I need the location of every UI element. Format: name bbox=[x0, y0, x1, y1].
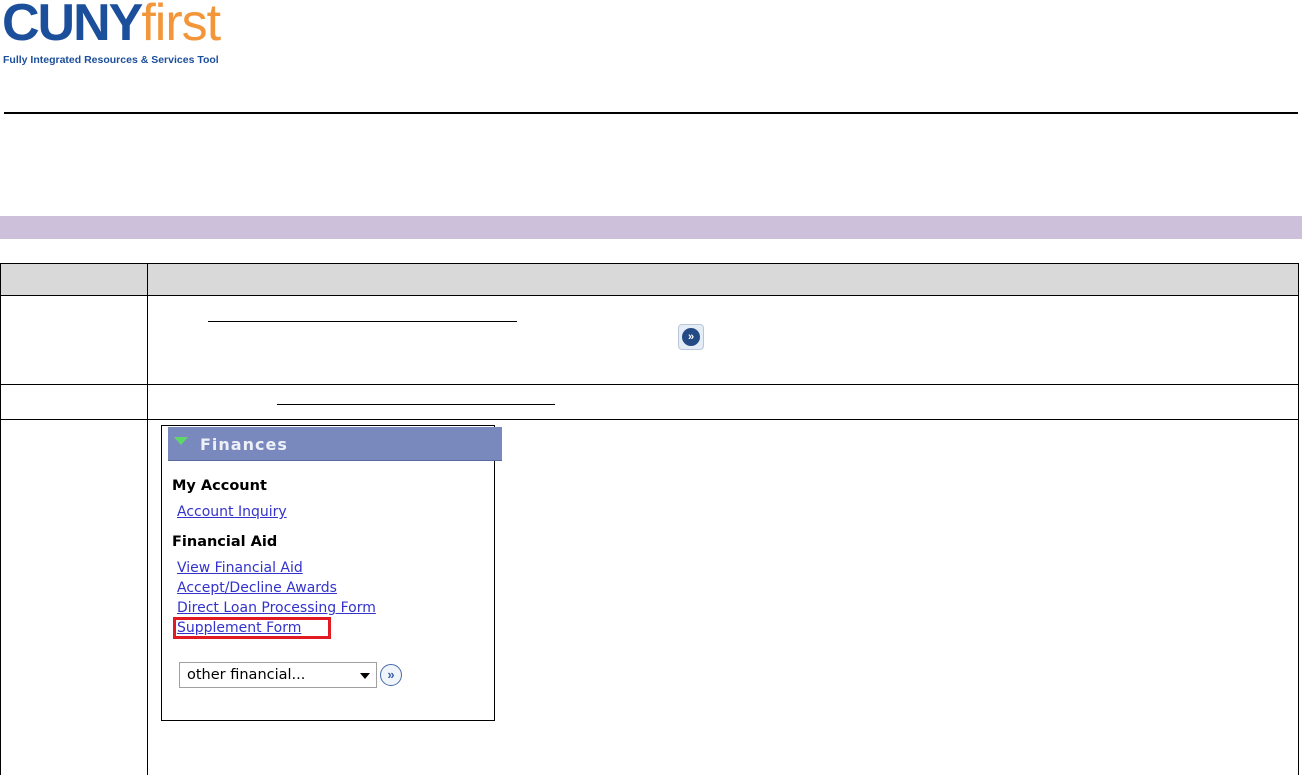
underline-mark bbox=[208, 321, 517, 322]
logo-tagline: Fully Integrated Resources & Services To… bbox=[3, 54, 219, 66]
highlight-box bbox=[173, 617, 331, 639]
action-cell: Finances My Account Account Inquiry Fina… bbox=[147, 419, 1299, 775]
section-financial-aid: Financial Aid bbox=[172, 534, 278, 550]
section-band bbox=[0, 216, 1302, 239]
double-chevron-right-icon[interactable]: » bbox=[380, 664, 402, 686]
fast-forward-icon[interactable]: » bbox=[678, 324, 704, 350]
other-financial-select[interactable]: other financial... bbox=[179, 662, 377, 688]
header-cell-action bbox=[147, 263, 1299, 296]
logo-word-cuny: CUNY bbox=[2, 0, 143, 52]
underline-mark bbox=[277, 404, 555, 405]
table-row bbox=[0, 384, 1299, 420]
page: CUNYfirst Fully Integrated Resources & S… bbox=[0, 0, 1302, 775]
header-cell-step bbox=[0, 263, 148, 296]
finances-panel-title: Finances bbox=[200, 435, 288, 454]
chevron-down-icon bbox=[360, 673, 370, 679]
header-rule bbox=[4, 112, 1298, 114]
triangle-down-icon[interactable] bbox=[174, 437, 188, 445]
section-my-account: My Account bbox=[172, 478, 267, 494]
finances-panel-header[interactable]: Finances bbox=[168, 427, 502, 461]
step-cell bbox=[0, 384, 148, 420]
finances-panel: Finances My Account Account Inquiry Fina… bbox=[161, 425, 502, 721]
table-row: » bbox=[0, 295, 1299, 385]
step-cell bbox=[0, 295, 148, 385]
table-row: Finances My Account Account Inquiry Fina… bbox=[0, 419, 1299, 775]
direct-loan-processing-form-link[interactable]: Direct Loan Processing Form bbox=[177, 600, 376, 616]
view-financial-aid-link[interactable]: View Financial Aid bbox=[177, 560, 303, 576]
accept-decline-awards-link[interactable]: Accept/Decline Awards bbox=[177, 580, 337, 596]
select-value: other financial... bbox=[187, 667, 306, 683]
steps-table: » Finances My Account Account Inquiry Fi… bbox=[0, 263, 1299, 775]
logo-word-first: first bbox=[141, 0, 221, 52]
action-cell: » bbox=[147, 295, 1299, 385]
cunyfirst-logo: CUNYfirst Fully Integrated Resources & S… bbox=[2, 0, 242, 70]
account-inquiry-link[interactable]: Account Inquiry bbox=[177, 504, 287, 520]
step-cell bbox=[0, 419, 148, 775]
action-cell bbox=[147, 384, 1299, 420]
logo-wordmark: CUNYfirst bbox=[2, 0, 221, 54]
table-header-row bbox=[0, 263, 1299, 296]
